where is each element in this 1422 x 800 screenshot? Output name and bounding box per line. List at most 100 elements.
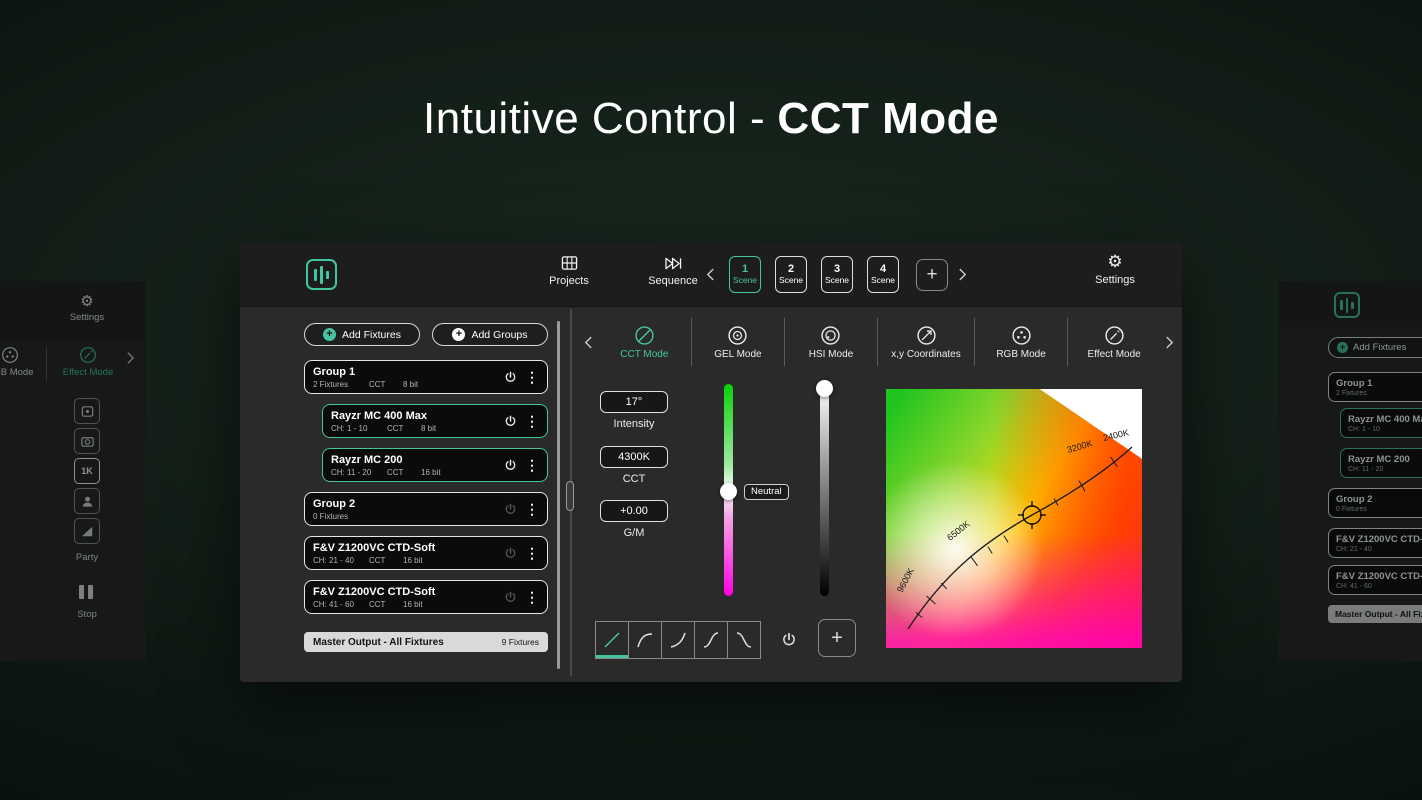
scene-chevron-left-icon[interactable] bbox=[706, 267, 715, 282]
sequence-button[interactable]: Sequence bbox=[644, 254, 702, 287]
intensity-slider-thumb[interactable] bbox=[816, 380, 833, 397]
fixture-title: F&V Z1200VC CTD-Soft bbox=[1336, 570, 1422, 582]
page: Intuitive Control -CCT Mode ⚙ Settings R… bbox=[0, 0, 1422, 800]
master-output-bar[interactable]: Master Output - All Fixtures bbox=[1328, 605, 1422, 623]
intensity-value-field[interactable]: 17° bbox=[600, 391, 668, 413]
kebab-menu-icon[interactable]: ⋮ bbox=[525, 501, 539, 518]
power-icon[interactable] bbox=[504, 415, 517, 428]
effect-preset-camera-button[interactable] bbox=[74, 428, 100, 454]
fixture-item-fv-z1200-1[interactable]: F&V Z1200VC CTD-Soft CH: 21 - 40 CCT 16 bi… bbox=[304, 536, 548, 570]
output-power-icon[interactable] bbox=[781, 632, 797, 648]
kebab-menu-icon[interactable]: ⋮ bbox=[525, 413, 539, 430]
chevron-right-icon[interactable] bbox=[126, 351, 135, 365]
sequence-label: Sequence bbox=[648, 275, 698, 287]
green-magenta-slider-thumb[interactable] bbox=[720, 483, 737, 500]
kebab-menu-icon[interactable]: ⋮ bbox=[525, 369, 539, 386]
effect-preset-screen-button[interactable] bbox=[74, 398, 100, 424]
tab-gel-mode[interactable]: GEL Mode bbox=[690, 318, 784, 366]
cct-gamut-picker[interactable]: 9600K 6500K 3200K 2400K bbox=[886, 389, 1142, 648]
scene-label: Scene bbox=[732, 274, 758, 285]
power-icon[interactable] bbox=[504, 547, 517, 560]
tab-cct-mode[interactable]: CCT Mode bbox=[598, 318, 691, 366]
pause-icon[interactable] bbox=[79, 585, 93, 599]
effect-preset-1k-button[interactable]: 1K bbox=[74, 458, 100, 484]
kebab-menu-icon[interactable]: ⋮ bbox=[525, 545, 539, 562]
sub-mode: CCT bbox=[369, 599, 386, 609]
settings-button[interactable]: ⚙ Settings bbox=[1086, 252, 1144, 286]
fixture-title: Group 1 bbox=[1336, 377, 1373, 389]
fixture-sub: CH: 21 - 40 CCT 16 bit bbox=[313, 556, 500, 565]
fixture-item[interactable]: F&V Z1200VC CTD-SoftCH: 41 - 60 bbox=[1328, 565, 1422, 595]
cct-mode-icon bbox=[633, 324, 656, 347]
modes-chevron-left-icon[interactable] bbox=[580, 335, 598, 350]
add-preset-button[interactable]: + bbox=[818, 619, 856, 657]
scene-label: Scene bbox=[824, 274, 850, 285]
power-icon[interactable] bbox=[504, 503, 517, 516]
effect-preset-person-button[interactable] bbox=[74, 488, 100, 514]
fixture-info: F&V Z1200VC CTD-Soft CH: 41 - 60 CCT 16 bi… bbox=[313, 586, 500, 609]
scene-button-2[interactable]: 2 Scene bbox=[775, 256, 807, 293]
kebab-menu-icon[interactable]: ⋮ bbox=[525, 589, 539, 606]
fixture-item-rayzr-mc-400[interactable]: Rayzr MC 400 Max CH: 1 - 10 CCT 8 bit ⋮ bbox=[322, 404, 548, 438]
add-fixtures-button[interactable]: + Add Fixtures bbox=[1328, 337, 1422, 358]
preset-1k-label: 1K bbox=[81, 466, 93, 476]
fixture-item[interactable]: Rayzr MC 400 MaxCH: 1 - 10 bbox=[1340, 408, 1422, 438]
cct-value-field[interactable]: 4300K bbox=[600, 446, 668, 468]
tab-xy-coordinates[interactable]: x,y Coordinates bbox=[877, 318, 974, 366]
settings-button[interactable]: ⚙ Settings bbox=[57, 292, 117, 323]
add-groups-button[interactable]: + Add Groups bbox=[432, 323, 548, 346]
kebab-menu-icon[interactable]: ⋮ bbox=[525, 457, 539, 474]
power-icon[interactable] bbox=[504, 591, 517, 604]
curve-linear-button[interactable] bbox=[595, 621, 629, 659]
fixture-item[interactable]: Rayzr MC 200 CH: 11 - 20 bbox=[1340, 448, 1422, 478]
scene-button-1[interactable]: 1 Scene bbox=[729, 256, 761, 293]
curve-s-button[interactable] bbox=[694, 621, 728, 659]
fixture-sub: CH: 21 - 40 bbox=[1336, 545, 1372, 553]
fixture-sub: 2 Fixtures bbox=[1336, 389, 1367, 397]
curve-inverse-s-button[interactable] bbox=[727, 621, 761, 659]
add-fixtures-button[interactable]: + Add Fixtures bbox=[304, 323, 420, 346]
master-output-bar[interactable]: Master Output - All Fixtures 9 Fixtures bbox=[304, 632, 548, 652]
master-output-label: Master Output - All Fixtures bbox=[313, 636, 444, 648]
fixture-item-group-2[interactable]: Group 2 0 Fixtures ⋮ bbox=[304, 492, 548, 526]
fixture-sub: CH: 1 - 10 bbox=[1348, 425, 1380, 433]
fixture-sub: 0 Fixtures bbox=[313, 512, 500, 521]
planckian-locus-overlay: 9600K 6500K 3200K 2400K bbox=[895, 427, 1133, 630]
rgb-mode-icon bbox=[0, 345, 20, 365]
scene-button-4[interactable]: 4 Scene bbox=[867, 256, 899, 293]
scene-button-3[interactable]: 3 Scene bbox=[821, 256, 853, 293]
fixture-item-rayzr-mc-200[interactable]: Rayzr MC 200 CH: 11 - 20 CCT 16 bit ⋮ bbox=[322, 448, 548, 482]
gamut-label-6500k: 6500K bbox=[945, 519, 972, 543]
fixture-sub: CH: 11 - 20 CCT 16 bit bbox=[331, 468, 500, 477]
fixture-sub: CH: 1 - 10 CCT 8 bit bbox=[331, 424, 500, 433]
gear-icon: ⚙ bbox=[80, 293, 94, 310]
power-icon[interactable] bbox=[504, 459, 517, 472]
curve-log-button[interactable] bbox=[628, 621, 662, 659]
gm-control: +0.00 G/M bbox=[600, 500, 668, 539]
gm-value-field[interactable]: +0.00 bbox=[600, 500, 668, 522]
tab-effect-mode[interactable]: Effect Mode bbox=[1067, 318, 1160, 366]
tab-hsi-mode[interactable]: HSI Mode bbox=[783, 318, 877, 366]
fixture-item[interactable]: Group 20 Fixtures bbox=[1328, 488, 1422, 518]
tab-effect-mode[interactable]: Effect Mode bbox=[56, 345, 120, 378]
tab-rgb-mode[interactable]: RGB Mode bbox=[974, 318, 1067, 366]
fixture-item[interactable]: Group 12 Fixtures bbox=[1328, 372, 1422, 402]
stop-label: Stop bbox=[77, 609, 97, 620]
plus-icon: + bbox=[323, 328, 337, 341]
intensity-slider[interactable] bbox=[820, 384, 829, 596]
power-icon[interactable] bbox=[504, 371, 517, 384]
tab-rgb-mode-partial[interactable]: RGB Mode bbox=[0, 345, 50, 378]
scene-chevron-right-icon[interactable] bbox=[958, 267, 967, 282]
intensity-control: 17° Intensity bbox=[600, 391, 668, 430]
modes-chevron-right-icon[interactable] bbox=[1160, 335, 1178, 350]
fixture-sub: CH: 41 - 60 bbox=[1336, 582, 1372, 590]
add-scene-button[interactable]: + bbox=[916, 259, 948, 291]
effect-preset-ramp-button[interactable] bbox=[74, 518, 100, 544]
fixtures-scrollbar[interactable] bbox=[557, 321, 560, 669]
fixture-item-fv-z1200-2[interactable]: F&V Z1200VC CTD-Soft CH: 41 - 60 CCT 16 bi… bbox=[304, 580, 548, 614]
fixture-item[interactable]: F&V Z1200VC CTD-SoftCH: 21 - 40 bbox=[1328, 528, 1422, 558]
cct-control: 4300K CCT bbox=[600, 446, 668, 485]
curve-exp-button[interactable] bbox=[661, 621, 695, 659]
fixture-item-group-1[interactable]: Group 1 2 Fixtures CCT 8 bit ⋮ bbox=[304, 360, 548, 394]
projects-button[interactable]: Projects bbox=[540, 254, 598, 287]
